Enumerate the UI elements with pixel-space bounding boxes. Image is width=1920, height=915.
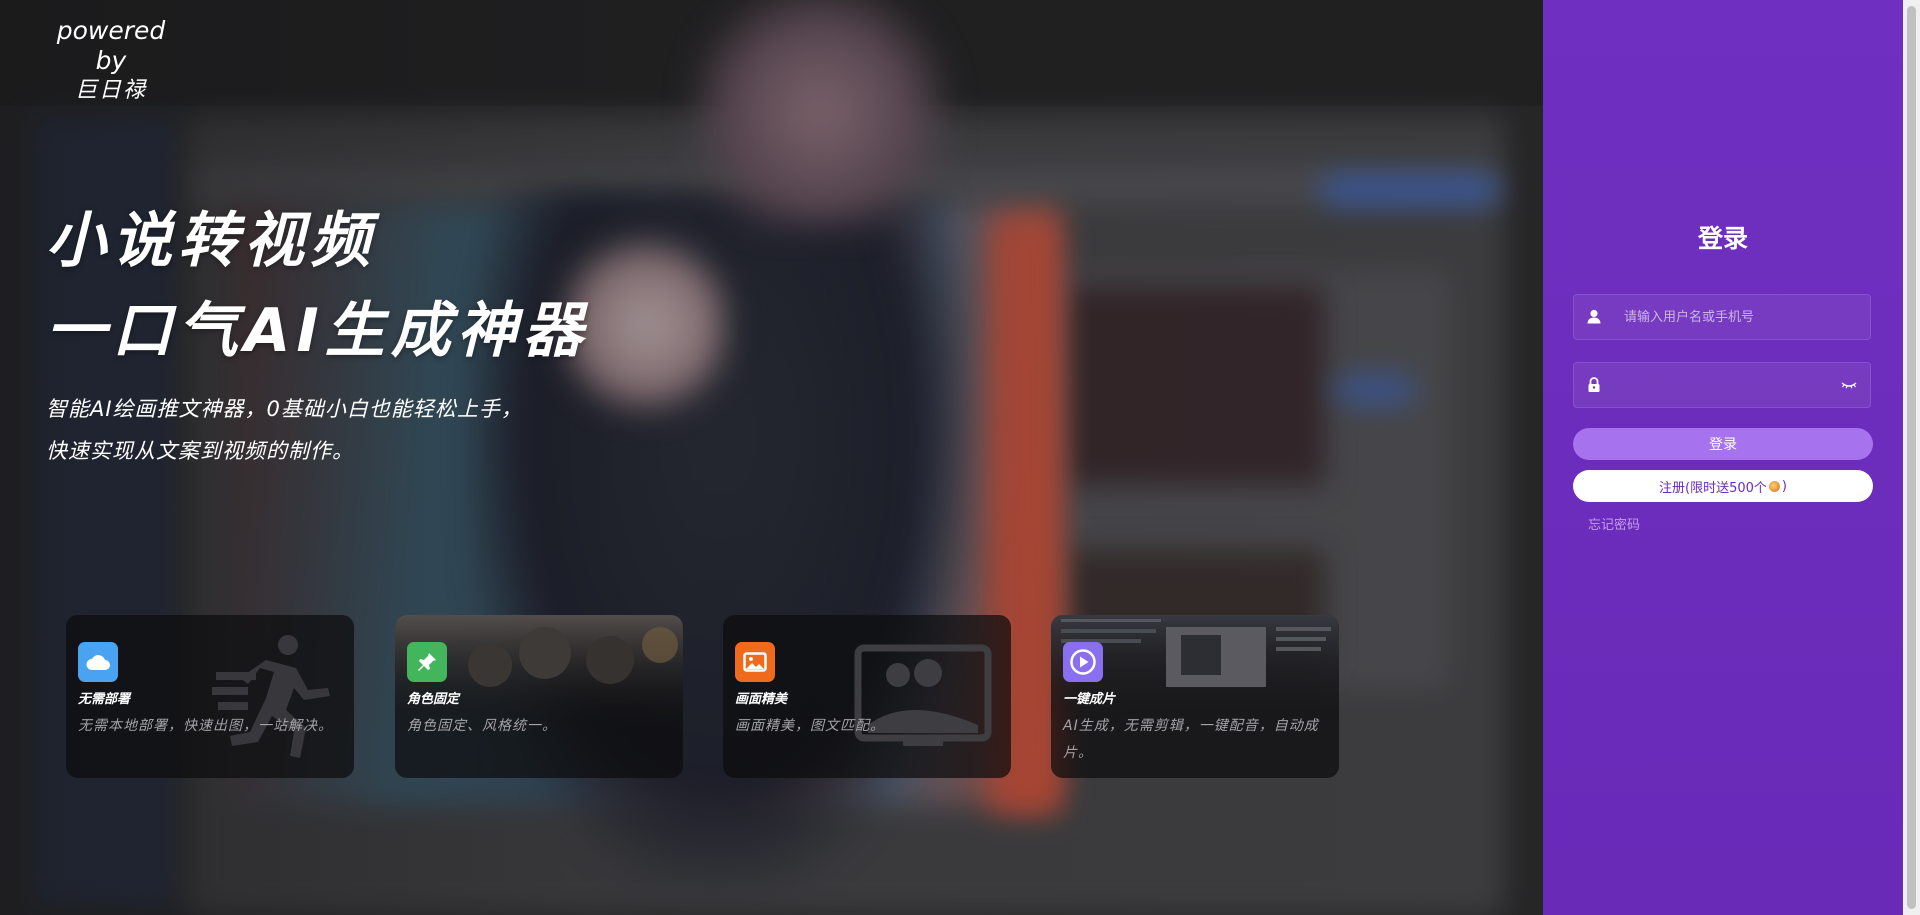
image-icon [735,642,775,682]
pin-icon [407,642,447,682]
feature-title: 一键成片 [1063,692,1116,707]
password-field[interactable] [1573,362,1871,408]
hero-subtitle: 智能AI绘画推文神器，0基础小白也能轻松上手， 快速实现从文案到视频的制作。 [46,388,523,472]
register-label-suffix: ) [1781,478,1787,494]
brand-line-2: 巨日禄 [74,78,147,103]
coin-icon [1768,480,1780,492]
feature-title: 角色固定 [407,692,460,707]
play-icon [1063,642,1103,682]
hero-title: 小说转视频 一口气AI生成神器 [46,196,589,376]
brand-line-1: powered by [56,16,166,75]
password-input[interactable] [1610,363,1844,407]
register-button[interactable]: 注册(限时送500个 ) [1573,470,1873,502]
hero-title-line-1: 小说转视频 [46,206,376,276]
feature-card-character-lock: 角色固定 角色固定、风格统一。 [395,615,683,778]
username-input[interactable] [1610,295,1844,339]
vertical-scrollbar[interactable] [1903,0,1920,915]
page: powered by 巨日禄 小说转视频 一口气AI生成神器 智能AI绘画推文神… [0,0,1920,915]
feature-description: 角色固定、风格统一。 [407,718,557,734]
hero-section: powered by 巨日禄 小说转视频 一口气AI生成神器 智能AI绘画推文神… [0,0,1543,915]
feature-card-one-click-video: 一键成片 AI生成，无需剪辑，一键配音，自动成片。 [1051,615,1339,778]
login-button[interactable]: 登录 [1573,428,1873,460]
feature-description: AI生成，无需剪辑，一键配音，自动成片。 [1063,718,1319,761]
username-field[interactable] [1573,294,1871,340]
login-panel: 登录 登录 注册(限时送500个 ) [1543,0,1903,915]
hero-subtitle-line-2: 快速实现从文案到视频的制作。 [46,439,354,463]
register-label: 注册(限时送500个 [1659,480,1767,496]
eye-closed-icon[interactable] [1840,377,1858,393]
feature-description: 画面精美，图文匹配。 [735,718,885,734]
feature-title: 无需部署 [78,692,131,707]
feature-title: 画面精美 [735,692,788,707]
user-icon [1587,309,1601,324]
login-title: 登录 [1697,224,1748,253]
feature-card-fine-visuals: 画面精美 画面精美，图文匹配。 [723,615,1011,778]
forgot-password-link[interactable]: 忘记密码 [1588,514,1640,533]
hero-title-line-2: 一口气AI生成神器 [46,296,589,366]
feature-description: 无需本地部署，快速出图，一站解决。 [78,718,333,734]
feature-card-no-deploy: 无需部署 无需本地部署，快速出图，一站解决。 [66,615,354,778]
brand-logo: powered by 巨日禄 [40,16,182,106]
lock-icon [1588,377,1600,392]
cloud-icon [78,642,118,682]
hero-subtitle-line-1: 智能AI绘画推文神器，0基础小白也能轻松上手， [46,397,523,421]
scrollbar-thumb[interactable] [1907,6,1916,909]
